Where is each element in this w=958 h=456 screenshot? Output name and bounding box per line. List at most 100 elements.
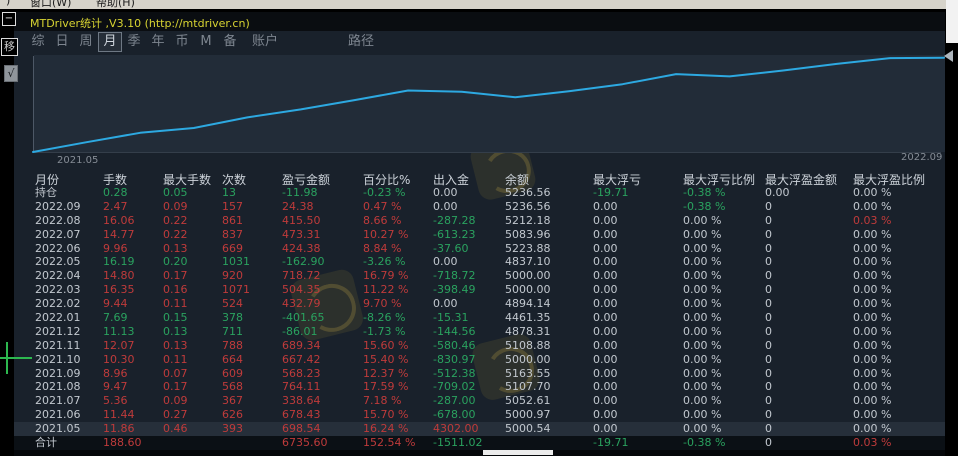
table-row[interactable]: 2021.0511.860.46393698.5416.24 %4302.005… [14, 422, 945, 436]
row-label: 2021.09 [35, 367, 103, 381]
table-cell: 5108.88 [505, 339, 593, 353]
table-row[interactable]: 2022.0714.770.22837473.3110.27 %-613.235… [14, 228, 945, 242]
table-cell: 524 [222, 297, 282, 311]
table-cell: 5000.00 [505, 269, 593, 283]
table-cell: 0.00 [593, 297, 683, 311]
table-cell: 0.00 % [683, 255, 765, 269]
table-cell: 0.00 [593, 339, 683, 353]
table-cell: 5236.56 [505, 186, 593, 200]
table-row[interactable]: 2022.0816.060.22861415.508.66 %-287.2852… [14, 214, 945, 228]
tab-月[interactable]: 月 [98, 32, 122, 52]
horizontal-scrollbar-thumb[interactable] [483, 450, 553, 455]
table-cell: 16.79 % [363, 269, 433, 283]
move-button[interactable]: 移 [1, 38, 18, 56]
table-cell: -709.02 [433, 380, 505, 394]
table-cell: 0.00 [593, 325, 683, 339]
table-row[interactable]: 2021.089.470.17568764.1117.59 %-709.0251… [14, 380, 945, 394]
table-cell: 4461.35 [505, 311, 593, 325]
table-cell: 0 [765, 394, 853, 408]
os-menu-window[interactable]: 窗口(W) [30, 0, 71, 9]
tab-季[interactable]: 季 [122, 32, 146, 52]
table-row[interactable]: 2021.0611.440.27626678.4315.70 %-678.005… [14, 408, 945, 422]
table-cell: 0.00 [593, 269, 683, 283]
table-cell: 16.06 [103, 214, 163, 228]
table-row[interactable]: 2021.1112.070.13788689.3415.60 %-580.465… [14, 339, 945, 353]
table-cell: 0.00 % [853, 325, 945, 339]
table-row[interactable]: 2022.0316.350.161071504.3511.22 %-398.49… [14, 283, 945, 297]
column-header: 最大浮亏 [593, 171, 683, 186]
table-cell: 669 [222, 242, 282, 256]
tab-账户[interactable]: 账户 [242, 32, 288, 52]
minimize-button[interactable]: − [2, 12, 16, 26]
table-row[interactable]: 2022.092.470.0915724.380.47 %0.005236.56… [14, 200, 945, 214]
table-row[interactable]: 持仓0.280.0513-11.98-0.23 %0.005236.56-19.… [14, 186, 945, 200]
horizontal-scrollbar-track[interactable] [14, 450, 945, 456]
tab-备[interactable]: 备 [218, 32, 242, 52]
column-header: 盈亏金额 [282, 171, 363, 186]
tab-M[interactable]: M [194, 32, 218, 52]
row-label: 2022.03 [35, 283, 103, 297]
table-cell: 0.00 % [683, 367, 765, 381]
table-cell: 157 [222, 200, 282, 214]
table-cell: 0.00 % [853, 242, 945, 256]
table-cell [163, 436, 222, 450]
table-cell: 0.00 [433, 255, 505, 269]
os-menu-help[interactable]: 帮助(H) [96, 0, 135, 9]
table-cell: 0.00 % [683, 228, 765, 242]
tab-综[interactable]: 综 [26, 32, 50, 52]
table-cell: 9.70 % [363, 297, 433, 311]
tab-币[interactable]: 币 [170, 32, 194, 52]
table-cell: 0.00 % [853, 380, 945, 394]
column-header: 最大浮盈比例 [853, 171, 945, 186]
table-cell: 0 [765, 214, 853, 228]
table-total-row[interactable]: 合计188.606735.60152.54 %-1511.02-19.71-0.… [14, 436, 945, 450]
table-cell: -1.73 % [363, 325, 433, 339]
table-row[interactable]: 2022.0516.190.201031-162.90-3.26 %0.0048… [14, 255, 945, 269]
os-menu-fragment[interactable]: ) [6, 0, 10, 7]
column-header: 月份 [35, 171, 103, 186]
table-cell: 0.47 % [363, 200, 433, 214]
tab-周[interactable]: 周 [74, 32, 98, 52]
table-row[interactable]: 2022.017.690.15378-401.65-8.26 %-15.3144… [14, 311, 945, 325]
table-cell: 5083.96 [505, 228, 593, 242]
tab-年[interactable]: 年 [146, 32, 170, 52]
table-cell: -398.49 [433, 283, 505, 297]
table-cell: 568 [222, 380, 282, 394]
tab-路径[interactable]: 路径 [340, 32, 382, 52]
table-cell: 14.77 [103, 228, 163, 242]
table-cell: 0.00 % [683, 214, 765, 228]
table-cell: 626 [222, 408, 282, 422]
table-cell: 13 [222, 186, 282, 200]
table-cell: 0 [765, 297, 853, 311]
table-cell: 0.28 [103, 186, 163, 200]
table-cell: 0.00 [433, 297, 505, 311]
table-cell: 14.80 [103, 269, 163, 283]
table-cell: -11.98 [282, 186, 363, 200]
table-cell: -287.00 [433, 394, 505, 408]
row-label: 2021.12 [35, 325, 103, 339]
table-row[interactable]: 2022.069.960.13669424.388.84 %-37.605223… [14, 242, 945, 256]
table-cell: 0.00 [593, 214, 683, 228]
table-cell: 0.00 [593, 408, 683, 422]
table-row[interactable]: 2022.0414.800.17920718.7216.79 %-718.725… [14, 269, 945, 283]
table-row[interactable]: 2021.1211.130.13711-86.01-1.73 %-144.564… [14, 325, 945, 339]
check-button[interactable]: √ [4, 65, 18, 82]
table-cell: 5052.61 [505, 394, 593, 408]
table-cell: 378 [222, 311, 282, 325]
table-cell: 0 [765, 353, 853, 367]
table-row[interactable]: 2021.1010.300.11664667.4215.40 %-830.975… [14, 353, 945, 367]
table-cell: 0.00 % [853, 283, 945, 297]
table-cell: 1071 [222, 283, 282, 297]
table-cell: 12.07 [103, 339, 163, 353]
table-cell: 0.09 [163, 200, 222, 214]
table-cell: -0.38 % [683, 200, 765, 214]
table-cell: 17.59 % [363, 380, 433, 394]
table-row[interactable]: 2021.075.360.09367338.647.18 %-287.00505… [14, 394, 945, 408]
table-cell: 667.42 [282, 353, 363, 367]
tab-日[interactable]: 日 [50, 32, 74, 52]
table-row[interactable]: 2022.029.440.11524432.799.70 %0.004894.1… [14, 297, 945, 311]
table-cell: 0.00 % [683, 353, 765, 367]
table-row[interactable]: 2021.098.960.07609568.2312.37 %-512.3851… [14, 367, 945, 381]
table-cell: 0.00 % [853, 297, 945, 311]
table-cell: 0.00 [593, 353, 683, 367]
